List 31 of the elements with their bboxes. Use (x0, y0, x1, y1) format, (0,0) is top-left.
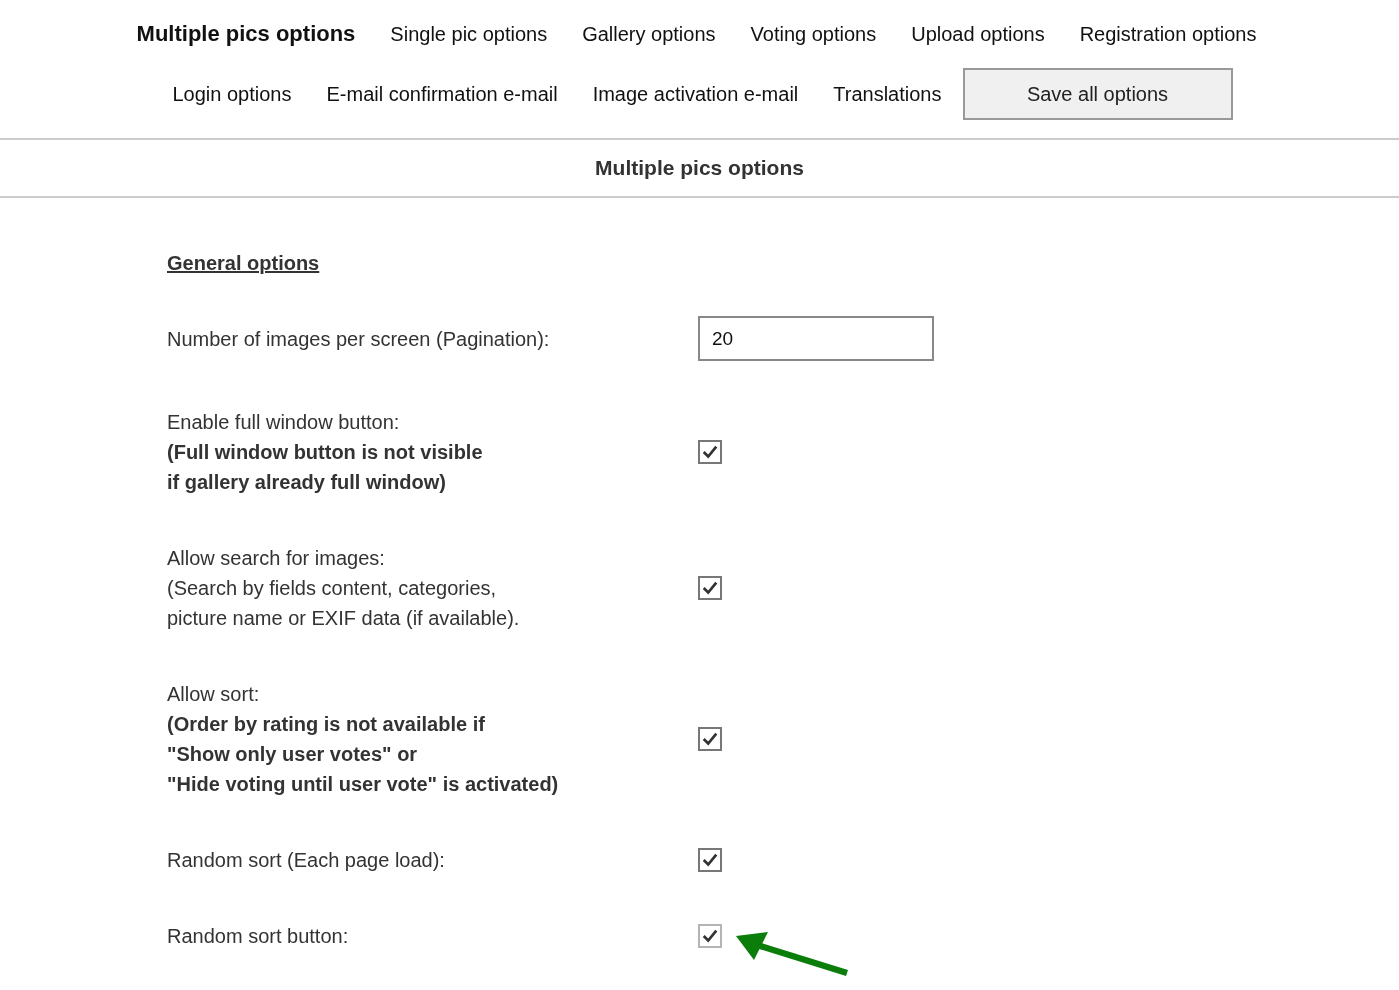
option-label-line: "Show only user votes" or (167, 742, 419, 767)
group-heading: General options (167, 251, 320, 276)
nav-link[interactable]: Upload options (911, 22, 1045, 46)
checkbox[interactable] (698, 576, 722, 600)
option-label-line: Random sort (Each page load): (167, 848, 446, 873)
number-input-field[interactable]: 20 (698, 316, 934, 361)
option-label-line: "Hide voting until user vote" is activated) (167, 772, 560, 797)
checkbox[interactable] (698, 440, 722, 464)
section-title: Multiple pics options (595, 156, 804, 180)
option-label-line: Allow sort: (167, 682, 261, 707)
nav-link[interactable]: E-mail confirmation e-mail (326, 82, 558, 106)
nav-link[interactable]: Gallery options (582, 22, 716, 46)
nav-link[interactable]: Voting options (750, 22, 877, 46)
option-label-line: Enable full window button: (167, 410, 401, 435)
option-label-line: Number of images per screen (Pagination): (167, 326, 551, 352)
nav-link[interactable]: Translations (833, 82, 942, 106)
nav-link[interactable]: Multiple pics options (136, 21, 356, 47)
option-label-line: picture name or EXIF data (if available). (167, 606, 521, 631)
option-label-line: Allow search for images: (167, 546, 386, 571)
nav-link[interactable]: Image activation e-mail (592, 82, 799, 106)
nav-link[interactable]: Registration options (1079, 22, 1257, 46)
nav-link[interactable]: Single pic options (390, 22, 548, 46)
option-label-line: (Full window button is not visible (167, 440, 484, 465)
option-label-line: if gallery already full window) (167, 470, 447, 495)
nav-link[interactable]: Login options (172, 82, 292, 106)
checkbox[interactable] (698, 848, 722, 872)
checkbox[interactable] (698, 727, 722, 751)
option-label-line: (Search by fields content, categories, (167, 576, 498, 601)
option-label-line: (Order by rating is not available if (167, 712, 486, 737)
option-label-line: Random sort button: (167, 924, 350, 949)
save-button[interactable]: Save all options (962, 68, 1233, 120)
